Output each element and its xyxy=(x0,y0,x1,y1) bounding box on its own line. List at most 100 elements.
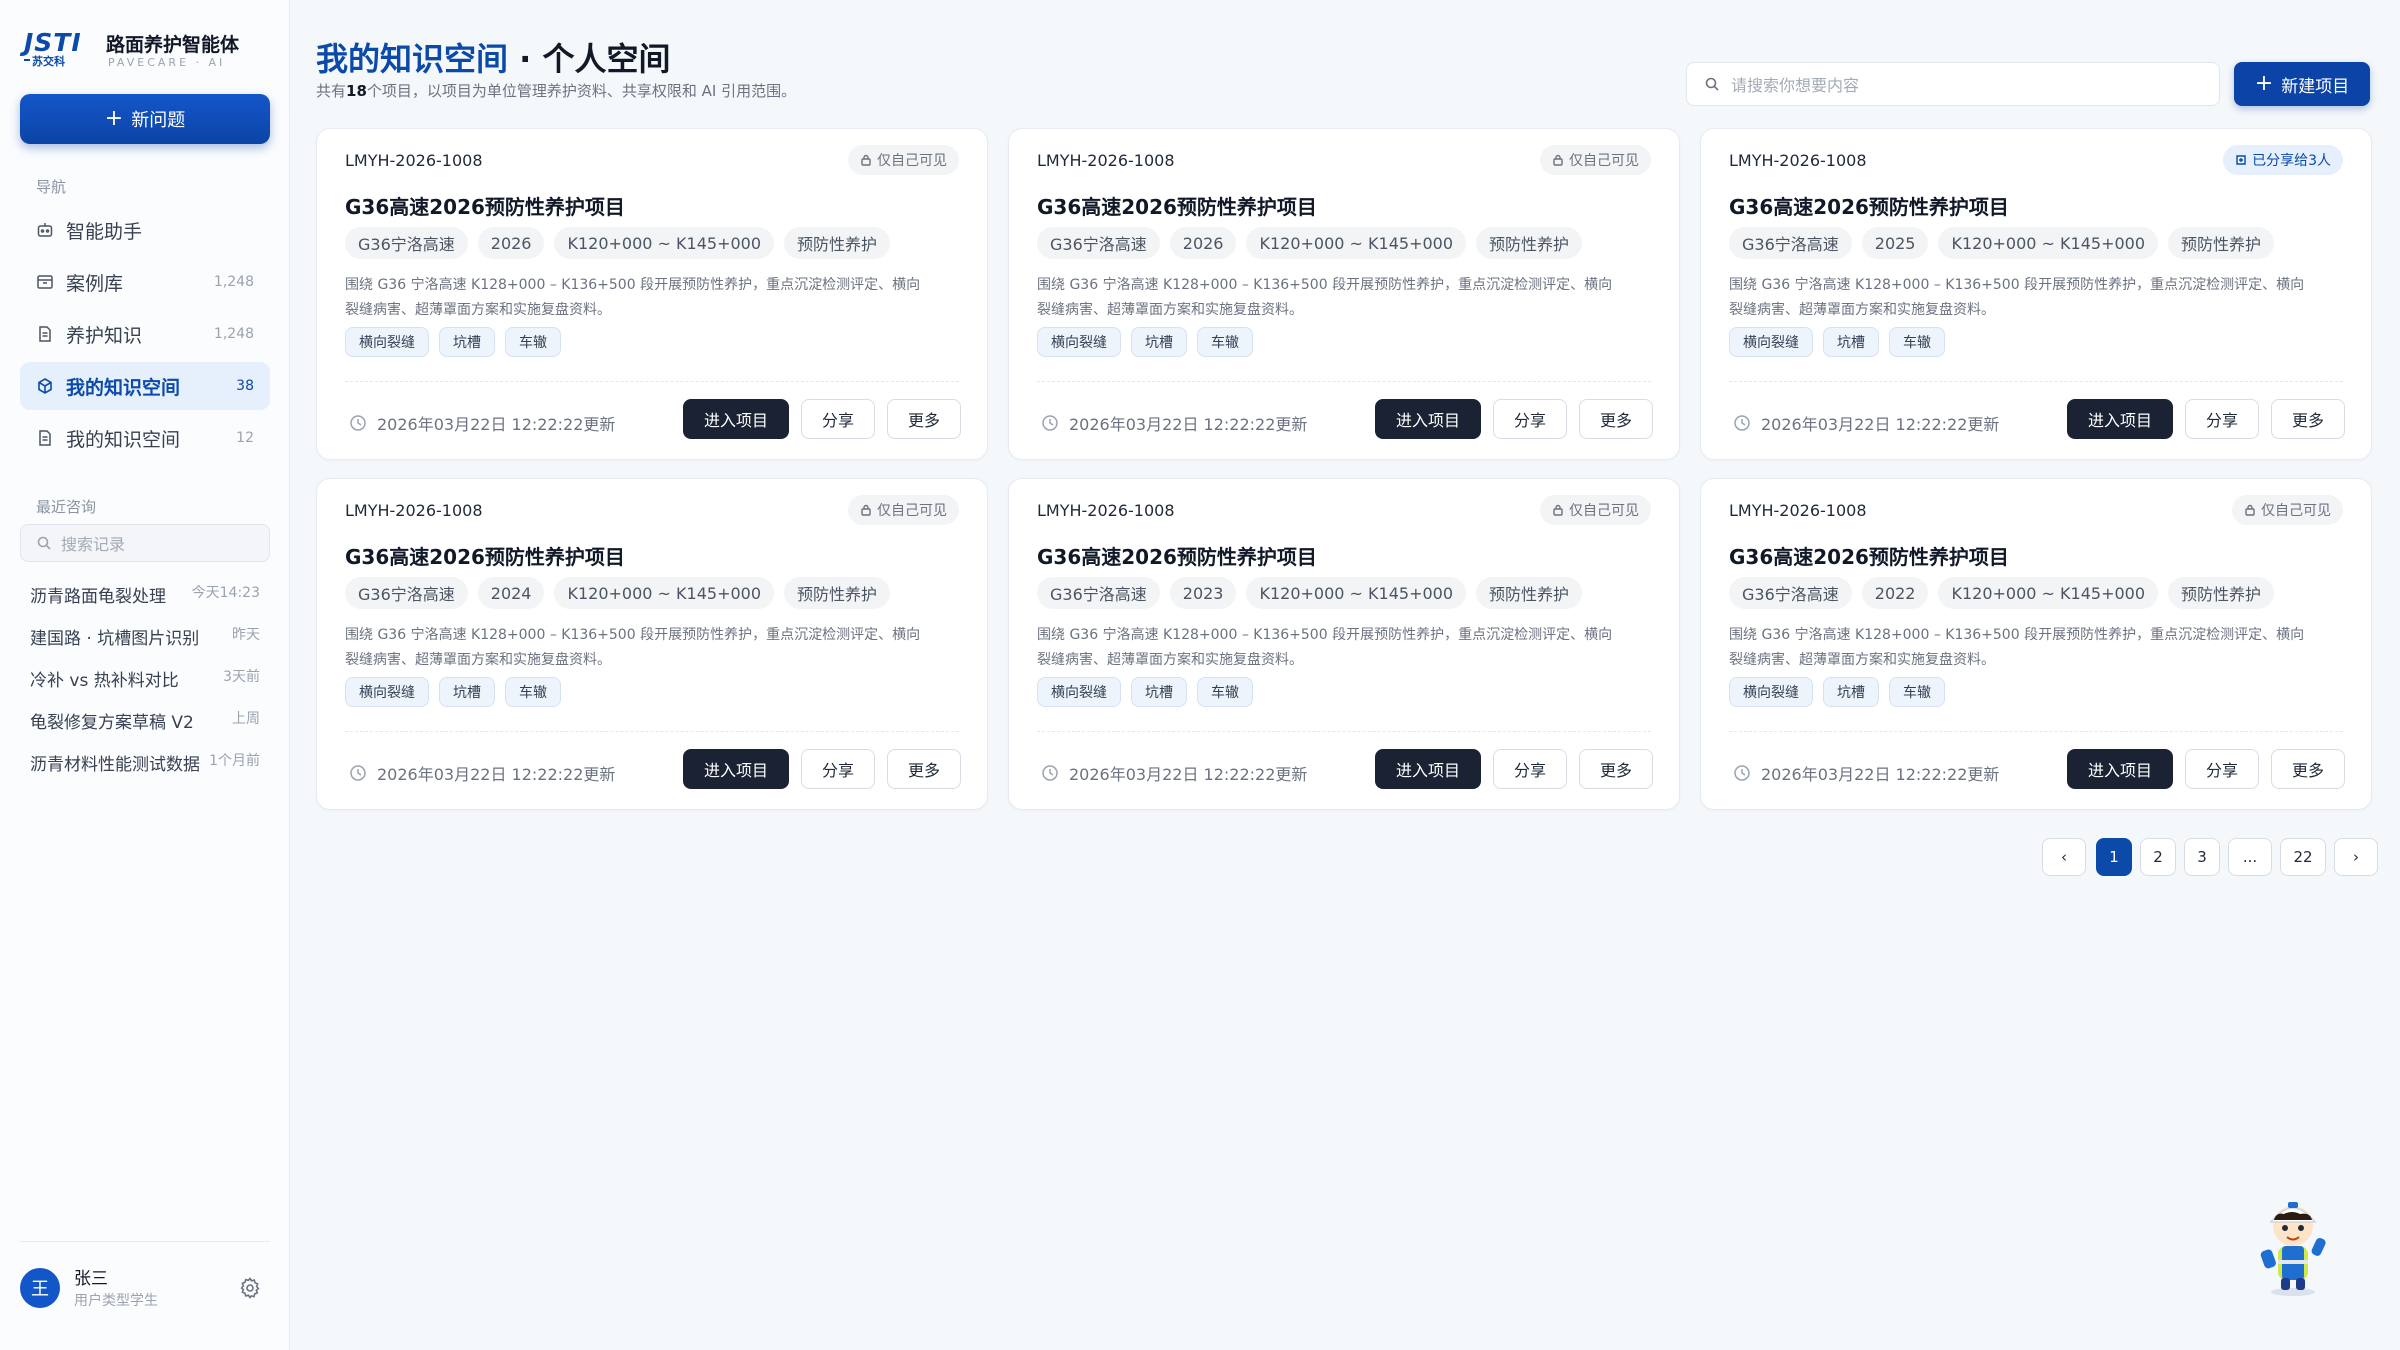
visibility-badge[interactable]: 仅自己可见 xyxy=(2232,495,2343,525)
project-title[interactable]: G36高速2026预防性养护项目 xyxy=(1037,541,1317,570)
avatar[interactable]: 王 xyxy=(20,1268,60,1308)
user-name: 张三 xyxy=(74,1269,108,1289)
project-tag: K120+000 ~ K145+000 xyxy=(554,227,775,259)
history-item[interactable]: 建国路 · 坑槽图片识别 昨天 xyxy=(30,624,260,649)
enter-project-button[interactable]: 进入项目 xyxy=(1375,749,1481,789)
enter-project-button[interactable]: 进入项目 xyxy=(2067,749,2173,789)
gear-icon[interactable] xyxy=(238,1276,262,1300)
cube-icon xyxy=(36,377,54,395)
keyword-tag[interactable]: 坑槽 xyxy=(1823,677,1879,707)
project-card[interactable]: LMYH-2026-1008 仅自己可见 G36高速2026预防性养护项目 G36宁洛… xyxy=(1700,478,2372,810)
visibility-badge[interactable]: 仅自己可见 xyxy=(1540,145,1651,175)
share-icon xyxy=(2236,155,2246,165)
history-item[interactable]: 沥青路面龟裂处理 今天14:23 xyxy=(30,582,260,607)
keyword-tag[interactable]: 车辙 xyxy=(1889,327,1945,357)
new-question-button[interactable]: + 新问题 xyxy=(20,94,270,144)
project-title[interactable]: G36高速2026预防性养护项目 xyxy=(1037,191,1317,220)
visibility-badge[interactable]: 仅自己可见 xyxy=(848,495,959,525)
more-button[interactable]: 更多 xyxy=(887,749,961,789)
keyword-tag[interactable]: 车辙 xyxy=(505,677,561,707)
project-card[interactable]: LMYH-2026-1008 仅自己可见 G36高速2026预防性养护项目 G36宁洛… xyxy=(316,128,988,460)
keyword-tag[interactable]: 车辙 xyxy=(505,327,561,357)
page-button[interactable]: 22 xyxy=(2280,838,2326,876)
sidebar-item-my-space-2[interactable]: 我的知识空间 12 xyxy=(20,414,270,462)
keyword-tag[interactable]: 车辙 xyxy=(1197,677,1253,707)
enter-project-button[interactable]: 进入项目 xyxy=(683,749,789,789)
keyword-list: 横向裂缝 坑槽 车辙 xyxy=(1037,677,1253,707)
brand[interactable]: JSTI 苏交科 路面养护智能体 PAVECARE · AI xyxy=(24,28,274,72)
keyword-tag[interactable]: 坑槽 xyxy=(439,327,495,357)
keyword-tag[interactable]: 坑槽 xyxy=(1131,677,1187,707)
project-title[interactable]: G36高速2026预防性养护项目 xyxy=(1729,541,2009,570)
update-time: 2026年03月22日 12:22:22更新 xyxy=(1041,761,1307,785)
keyword-tag[interactable]: 车辙 xyxy=(1889,677,1945,707)
plus-icon: + xyxy=(2254,71,2274,96)
enter-project-button[interactable]: 进入项目 xyxy=(2067,399,2173,439)
history-item[interactable]: 龟裂修复方案草稿 V2 上周 xyxy=(30,708,260,733)
project-card[interactable]: LMYH-2026-1008 仅自己可见 G36高速2026预防性养护项目 G36宁洛… xyxy=(1008,128,1680,460)
update-time: 2026年03月22日 12:22:22更新 xyxy=(1041,411,1307,435)
page-button[interactable]: 3 xyxy=(2184,838,2220,876)
archive-icon xyxy=(36,273,54,291)
history-search-placeholder: 搜索记录 xyxy=(61,535,126,554)
project-count: 18 xyxy=(346,82,367,100)
project-card[interactable]: LMYH-2026-1008 仅自己可见 G36高速2026预防性养护项目 G36宁洛… xyxy=(316,478,988,810)
keyword-tag[interactable]: 横向裂缝 xyxy=(1037,327,1121,357)
more-button[interactable]: 更多 xyxy=(887,399,961,439)
sidebar-item-my-space[interactable]: 我的知识空间 38 xyxy=(20,362,270,410)
keyword-tag[interactable]: 坑槽 xyxy=(1823,327,1879,357)
keyword-tag[interactable]: 车辙 xyxy=(1197,327,1253,357)
update-time: 2026年03月22日 12:22:22更新 xyxy=(349,411,615,435)
share-button[interactable]: 分享 xyxy=(801,749,875,789)
history-item[interactable]: 冷补 vs 热补料对比 3天前 xyxy=(30,666,260,691)
more-button[interactable]: 更多 xyxy=(1579,399,1653,439)
next-page-button[interactable]: › xyxy=(2334,838,2378,876)
keyword-tag[interactable]: 横向裂缝 xyxy=(345,327,429,357)
share-button[interactable]: 分享 xyxy=(1493,749,1567,789)
clock-icon xyxy=(1042,415,1058,431)
more-button[interactable]: 更多 xyxy=(2271,749,2345,789)
history-search-input[interactable]: 搜索记录 xyxy=(20,524,270,562)
keyword-tag[interactable]: 横向裂缝 xyxy=(345,677,429,707)
project-title[interactable]: G36高速2026预防性养护项目 xyxy=(345,541,625,570)
visibility-badge[interactable]: 已分享给3人 xyxy=(2223,145,2343,175)
visibility-badge[interactable]: 仅自己可见 xyxy=(1540,495,1651,525)
robot-icon xyxy=(36,221,54,239)
project-tag: G36宁洛高速 xyxy=(1037,227,1160,259)
keyword-tag[interactable]: 坑槽 xyxy=(1131,327,1187,357)
share-button[interactable]: 分享 xyxy=(801,399,875,439)
sidebar-item-cases[interactable]: 案例库 1,248 xyxy=(20,258,270,306)
enter-project-button[interactable]: 进入项目 xyxy=(1375,399,1481,439)
page-button[interactable]: 2 xyxy=(2140,838,2176,876)
more-button[interactable]: 更多 xyxy=(1579,749,1653,789)
project-tag: 预防性养护 xyxy=(1476,227,1583,259)
sidebar-item-label: 我的知识空间 xyxy=(66,376,181,399)
project-tag: 2025 xyxy=(1861,227,1929,259)
share-button[interactable]: 分享 xyxy=(2185,749,2259,789)
prev-page-button[interactable]: ‹ xyxy=(2042,838,2086,876)
project-title[interactable]: G36高速2026预防性养护项目 xyxy=(345,191,625,220)
page-button[interactable]: 1 xyxy=(2096,838,2132,876)
history-item[interactable]: 沥青材料性能测试数据 1个月前 xyxy=(30,750,260,775)
share-button[interactable]: 分享 xyxy=(1493,399,1567,439)
keyword-tag[interactable]: 横向裂缝 xyxy=(1037,677,1121,707)
project-description: 围绕 G36 宁洛高速 K128+000 – K136+500 段开展预防性养护… xyxy=(345,627,921,668)
sidebar-item-assistant[interactable]: 智能助手 xyxy=(20,206,270,254)
project-tag: 预防性养护 xyxy=(2168,227,2275,259)
mascot-assistant-icon[interactable] xyxy=(2254,1188,2332,1298)
enter-project-button[interactable]: 进入项目 xyxy=(683,399,789,439)
search-input[interactable]: 请搜索你想要内容 xyxy=(1686,62,2220,106)
keyword-tag[interactable]: 横向裂缝 xyxy=(1729,327,1813,357)
more-button[interactable]: 更多 xyxy=(2271,399,2345,439)
share-button[interactable]: 分享 xyxy=(2185,399,2259,439)
keyword-tag[interactable]: 坑槽 xyxy=(439,677,495,707)
new-project-button[interactable]: + 新建项目 xyxy=(2234,62,2370,106)
project-title[interactable]: G36高速2026预防性养护项目 xyxy=(1729,191,2009,220)
sidebar-item-knowledge[interactable]: 养护知识 1,248 xyxy=(20,310,270,358)
project-card[interactable]: LMYH-2026-1008 已分享给3人 G36高速2026预防性养护项目 G36宁… xyxy=(1700,128,2372,460)
visibility-badge[interactable]: 仅自己可见 xyxy=(848,145,959,175)
logo-sub: 苏交科 xyxy=(32,55,65,68)
keyword-tag[interactable]: 横向裂缝 xyxy=(1729,677,1813,707)
project-card[interactable]: LMYH-2026-1008 仅自己可见 G36高速2026预防性养护项目 G36宁洛… xyxy=(1008,478,1680,810)
divider xyxy=(345,381,959,382)
